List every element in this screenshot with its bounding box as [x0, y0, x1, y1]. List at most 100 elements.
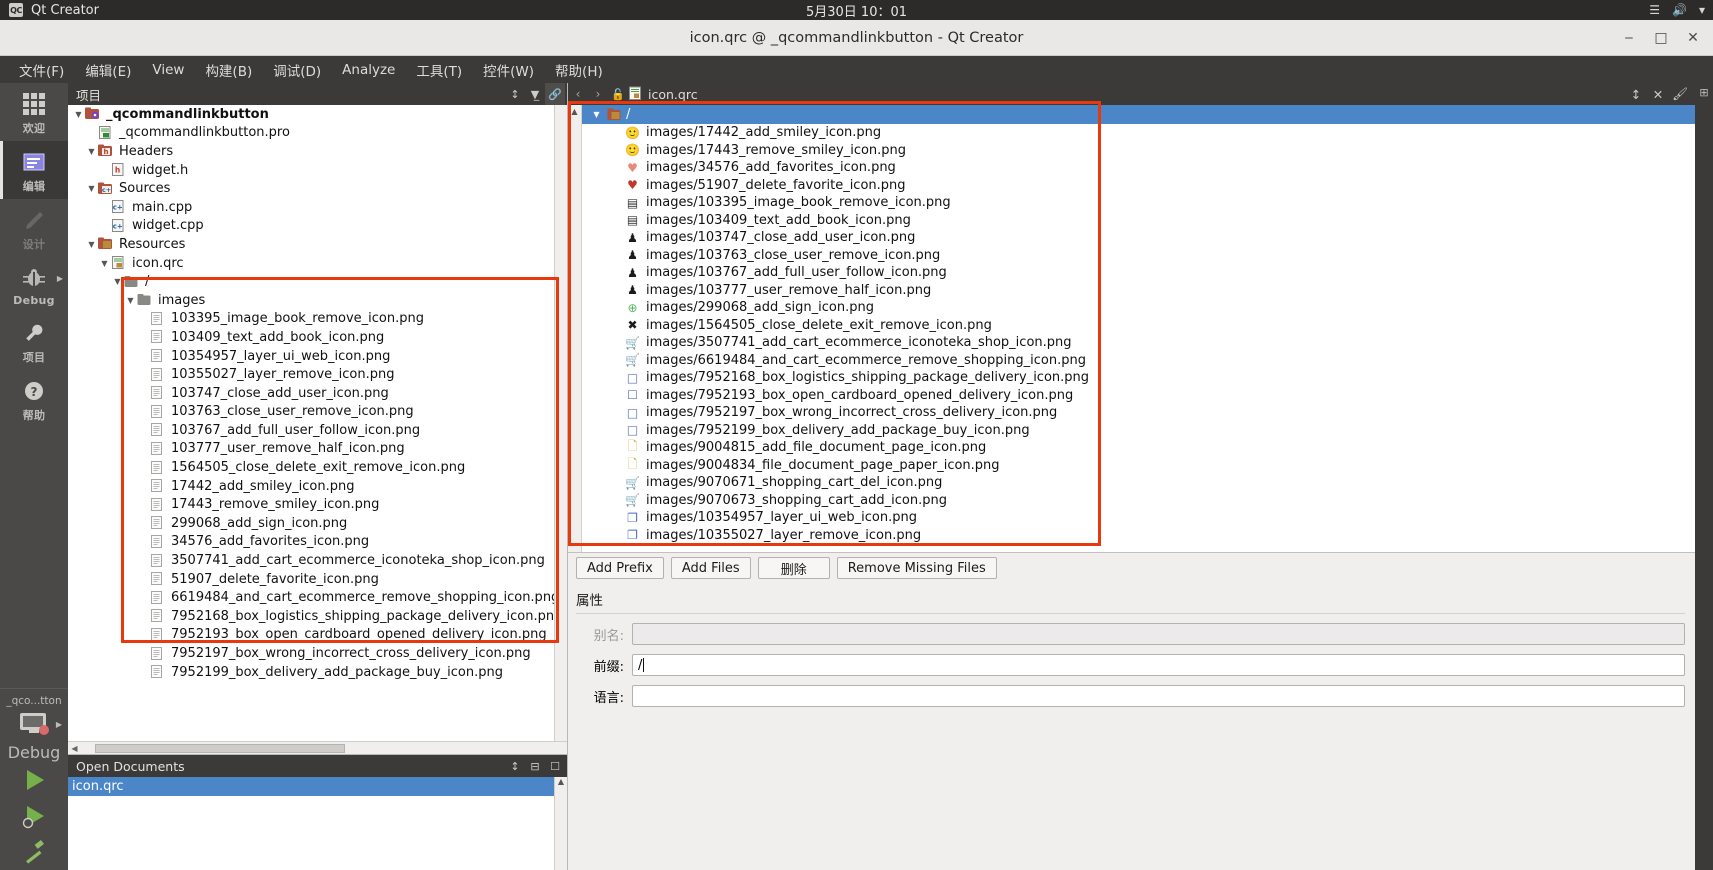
navigate-back-button[interactable]: ‹ [568, 87, 588, 101]
open-document-item[interactable]: icon.qrc [68, 777, 554, 796]
qrc-file-row[interactable]: □images/7952168_box_logistics_shipping_p… [582, 369, 1695, 387]
alias-input[interactable] [632, 623, 1685, 645]
project-tree-item[interactable]: 103395_image_book_remove_icon.png [68, 310, 554, 329]
project-tree-item[interactable]: 7952197_box_wrong_incorrect_cross_delive… [68, 644, 554, 663]
unlocked-icon[interactable]: 🔓 [608, 88, 628, 101]
twisty-icon[interactable]: ▼ [124, 296, 137, 305]
menu-item-t[interactable]: 工具(T) [407, 57, 471, 83]
sort-icon[interactable]: ↕ [505, 755, 525, 777]
open-documents-vscrollbar[interactable]: ▲ [554, 777, 567, 870]
menu-item-d[interactable]: 调试(D) [264, 57, 330, 83]
project-tree-item[interactable]: 299068_add_sign_icon.png [68, 514, 554, 533]
open-documents-list[interactable]: icon.qrc [68, 777, 554, 870]
qrc-file-row[interactable]: ♟images/103747_close_add_user_icon.png [582, 229, 1695, 247]
menu-item-view[interactable]: View [143, 59, 193, 81]
network-icon[interactable]: ☰ [1649, 3, 1660, 17]
qrc-file-row[interactable]: □images/7952197_box_wrong_incorrect_cros… [582, 404, 1695, 422]
qrc-file-row[interactable]: 🗋images/9004834_file_document_page_paper… [582, 457, 1695, 475]
project-tree[interactable]: ▼_qcommandlinkbutton_qcommandlinkbutton.… [68, 105, 554, 741]
project-tree-item[interactable]: 17442_add_smiley_icon.png [68, 477, 554, 496]
project-tree-item[interactable]: 6619484_and_cart_ecommerce_remove_shoppi… [68, 588, 554, 607]
project-tree-item[interactable]: 7952193_box_open_cardboard_opened_delive… [68, 626, 554, 645]
project-tree-item[interactable]: 7952199_box_delivery_add_package_buy_ico… [68, 663, 554, 682]
qrc-file-row[interactable]: ♟images/103777_user_remove_half_icon.png [582, 282, 1695, 300]
project-tree-item[interactable]: ▼icon.qrc [68, 254, 554, 273]
menu-item-w[interactable]: 控件(W) [474, 57, 543, 83]
project-tree-item[interactable]: ▼Resources [68, 235, 554, 254]
twisty-icon[interactable]: ▼ [72, 110, 85, 119]
qrc-file-row[interactable]: ⊕images/299068_add_sign_icon.png [582, 299, 1695, 317]
build-hammer-button[interactable] [0, 834, 68, 870]
project-tree-item[interactable]: ▼/ [68, 272, 554, 291]
project-tree-item[interactable]: ▼hHeaders [68, 142, 554, 161]
twisty-icon[interactable]: ▼ [85, 147, 98, 156]
qrc-file-row[interactable]: 🙂images/17442_add_smiley_icon.png [582, 124, 1695, 142]
project-tree-item[interactable]: ▼images [68, 291, 554, 310]
qrc-file-row[interactable]: ❐images/10355027_layer_remove_icon.png [582, 527, 1695, 545]
sort-icon[interactable]: ↕ [505, 83, 525, 105]
project-tree-item[interactable]: 103409_text_add_book_icon.png [68, 328, 554, 347]
mode-projects[interactable]: 项目 [0, 312, 68, 370]
twisty-icon[interactable]: ▼ [85, 184, 98, 193]
project-tree-item[interactable]: _qcommandlinkbutton.pro [68, 124, 554, 143]
prefix-input[interactable]: / [632, 654, 1685, 676]
project-tree-item[interactable]: 17443_remove_smiley_icon.png [68, 495, 554, 514]
close-icon[interactable]: ✕ [1647, 87, 1669, 102]
minimize-button[interactable]: ‒ [1615, 25, 1643, 51]
project-tree-item[interactable]: 103763_close_user_remove_icon.png [68, 403, 554, 422]
qrc-file-row[interactable]: ♟images/103763_close_user_remove_icon.pn… [582, 247, 1695, 265]
qrc-file-list[interactable]: ▲ ▼/🙂images/17442_add_smiley_icon.png🙂im… [568, 105, 1695, 553]
twisty-icon[interactable]: ▼ [98, 259, 111, 268]
twisty-icon[interactable]: ▼ [85, 240, 98, 249]
project-tree-hscrollbar[interactable]: ◀ [68, 741, 567, 754]
project-tree-item[interactable]: 34576_add_favorites_icon.png [68, 533, 554, 552]
link-sync-icon[interactable]: 🔗 [545, 83, 565, 105]
maximize-button[interactable]: □ [1647, 25, 1675, 51]
debug-run-button[interactable] [0, 798, 68, 834]
volume-icon[interactable]: 🔊 [1672, 3, 1687, 17]
project-tree-item[interactable]: ▼c+Sources [68, 179, 554, 198]
qrc-file-row[interactable]: ♥images/51907_delete_favorite_icon.png [582, 177, 1695, 195]
project-tree-item[interactable]: 103777_user_remove_half_icon.png [68, 440, 554, 459]
qrc-file-row[interactable]: ♥images/34576_add_favorites_icon.png [582, 159, 1695, 177]
language-input[interactable] [632, 685, 1685, 707]
mode-welcome[interactable]: 欢迎 [0, 83, 68, 141]
qrc-file-row[interactable]: 🗋images/9004815_add_file_document_page_i… [582, 439, 1695, 457]
kit-selector[interactable]: _qco...tton ▶ Debug [0, 688, 68, 762]
project-tree-item[interactable]: ▼_qcommandlinkbutton [68, 105, 554, 124]
qrc-file-row[interactable]: 🛒images/3507741_add_cart_ecommerce_icono… [582, 334, 1695, 352]
menu-item-f[interactable]: 文件(F) [10, 57, 73, 83]
project-tree-vscrollbar[interactable] [554, 105, 567, 741]
filter-icon[interactable]: ▼̲ [525, 83, 545, 105]
project-tree-item[interactable]: 103747_close_add_user_icon.png [68, 384, 554, 403]
qrc-file-row[interactable]: □images/7952199_box_delivery_add_package… [582, 422, 1695, 440]
scroll-up-arrow-icon[interactable]: ▲ [571, 105, 577, 118]
project-tree-item[interactable]: 10355027_layer_remove_icon.png [68, 365, 554, 384]
project-tree-item[interactable]: 7952168_box_logistics_shipping_package_d… [68, 607, 554, 626]
right-side-strip[interactable]: ⊞ [1695, 83, 1713, 870]
mode-edit[interactable]: 编辑 [0, 141, 68, 199]
navigate-forward-button[interactable]: › [588, 87, 608, 101]
qrc-file-row[interactable]: ❐images/10354957_layer_ui_web_icon.png [582, 509, 1695, 527]
editor-file-chooser[interactable]: icon.qrc [628, 86, 1625, 103]
menu-item-analyze[interactable]: Analyze [333, 59, 404, 81]
project-tree-item[interactable]: 51907_delete_favorite_icon.png [68, 570, 554, 589]
qrc-file-row[interactable]: ☐images/7952193_box_open_cardboard_opene… [582, 387, 1695, 405]
kit-arrow-icon[interactable]: ▶ [56, 720, 62, 729]
add-prefix-button[interactable]: Add Prefix [576, 557, 664, 579]
hscroll-thumb[interactable] [95, 744, 345, 753]
qrc-list-vscrollbar[interactable]: ▲ [568, 105, 582, 552]
close-button[interactable]: ✕ [1679, 25, 1707, 51]
qrc-list-rows[interactable]: ▼/🙂images/17442_add_smiley_icon.png🙂imag… [582, 105, 1695, 552]
split-icon[interactable]: ⊟ [525, 755, 545, 777]
twisty-icon[interactable]: ▼ [588, 110, 605, 119]
mode-help[interactable]: ? 帮助 [0, 370, 68, 428]
project-tree-item[interactable]: c+widget.cpp [68, 217, 554, 236]
menu-item-e[interactable]: 编辑(E) [76, 57, 140, 83]
qrc-file-row[interactable]: 🛒images/9070673_shopping_cart_add_icon.p… [582, 492, 1695, 510]
qrc-file-row[interactable]: 🛒images/6619484_and_cart_ecommerce_remov… [582, 352, 1695, 370]
project-tree-item[interactable]: c+main.cpp [68, 198, 554, 217]
qrc-file-row[interactable]: ▤images/103395_image_book_remove_icon.pn… [582, 194, 1695, 212]
remove-button[interactable]: 删除 [758, 557, 830, 579]
qrc-file-row[interactable]: 🛒images/9070671_shopping_cart_del_icon.p… [582, 474, 1695, 492]
